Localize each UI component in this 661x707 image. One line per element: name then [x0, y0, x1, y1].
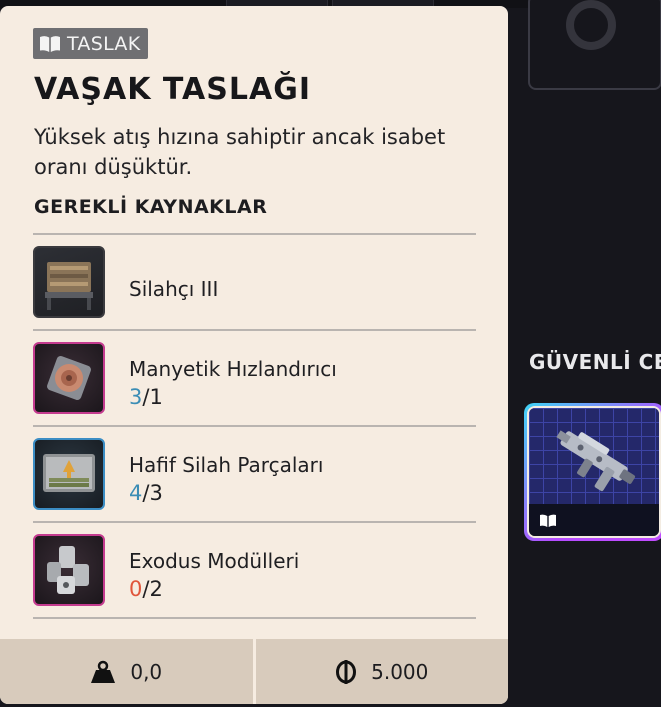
- item-description: Yüksek atış hızına sahiptir ancak isabet…: [34, 125, 446, 179]
- divider: [33, 617, 476, 619]
- price-stat: 5.000: [255, 639, 508, 704]
- requirement-need: 2: [149, 577, 163, 601]
- requirement-count: 4/3: [129, 481, 163, 505]
- inventory-slot-top[interactable]: [528, 0, 661, 90]
- requirement-name: Manyetik Hızlandırıcı: [129, 357, 337, 381]
- requirements-header: GEREKLİ KAYNAKLAR: [34, 196, 268, 218]
- blueprint-tooltip: TASLAK VAŞAK TASLAĞI Yüksek atış hızına …: [0, 6, 508, 704]
- workbench-icon: [33, 246, 105, 318]
- coin-icon: [336, 659, 357, 684]
- requirement-have: 0: [129, 577, 143, 601]
- requirement-row: Exodus Modülleri 0/2: [33, 523, 476, 619]
- weight-value: 0,0: [130, 659, 163, 684]
- requirement-name: Hafif Silah Parçaları: [129, 453, 324, 477]
- requirement-row: Hafif Silah Parçaları 4/3: [33, 427, 476, 523]
- requirement-count: 0/2: [129, 577, 163, 601]
- price-value: 5.000: [371, 659, 429, 684]
- requirement-name: Silahçı III: [129, 277, 219, 301]
- smg-weapon-icon: [556, 430, 636, 492]
- section-header: GÜVENLİ CE: [529, 350, 661, 374]
- requirement-row: Manyetik Hızlandırıcı 3/1: [33, 331, 476, 427]
- tooltip-footer: 0,0 5.000: [0, 639, 508, 704]
- requirement-row: Silahçı III: [33, 235, 476, 331]
- exodus-modules-icon: [33, 534, 105, 606]
- blueprint-item-card[interactable]: [524, 403, 661, 541]
- weight-icon: [91, 660, 116, 683]
- requirement-need: 1: [149, 385, 163, 409]
- weight-stat: 0,0: [0, 639, 253, 704]
- tag-label: TASLAK: [67, 32, 141, 55]
- item-title: VAŞAK TASLAĞI: [34, 72, 311, 107]
- requirement-count: 3/1: [129, 385, 163, 409]
- magnetic-accelerator-icon: [33, 342, 105, 414]
- weapon-parts-case-icon: [33, 438, 105, 510]
- requirement-have: 4: [129, 481, 143, 505]
- requirement-need: 3: [149, 481, 163, 505]
- book-icon: [40, 35, 60, 52]
- book-icon: [540, 514, 556, 527]
- requirement-have: 3: [129, 385, 143, 409]
- ring-icon: [566, 0, 616, 50]
- blueprint-tag: TASLAK: [33, 28, 149, 59]
- requirement-name: Exodus Modülleri: [129, 549, 300, 573]
